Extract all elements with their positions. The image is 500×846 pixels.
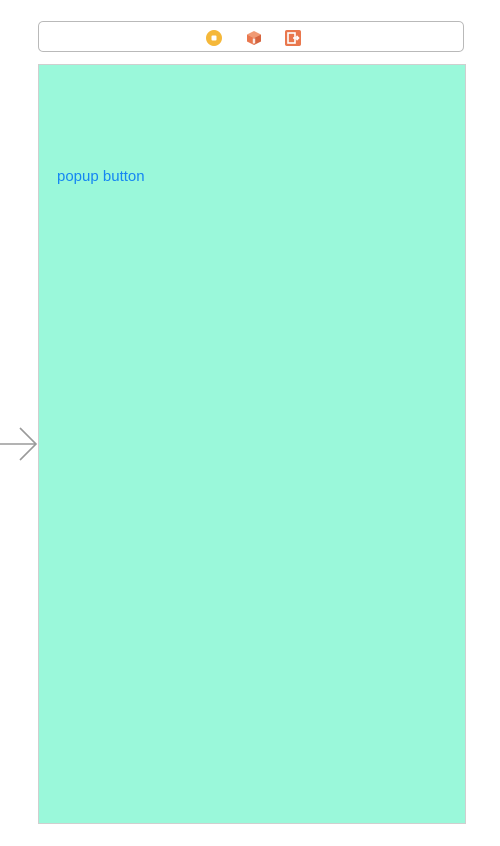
view-controller-icon[interactable]: [206, 30, 222, 46]
view-controller-canvas: popup button: [38, 64, 466, 824]
scene-dock: [38, 21, 464, 52]
popup-button[interactable]: popup button: [57, 168, 145, 186]
first-responder-icon[interactable]: [246, 30, 262, 46]
exit-icon[interactable]: [285, 30, 301, 46]
entry-point-arrow-icon: [0, 424, 38, 464]
